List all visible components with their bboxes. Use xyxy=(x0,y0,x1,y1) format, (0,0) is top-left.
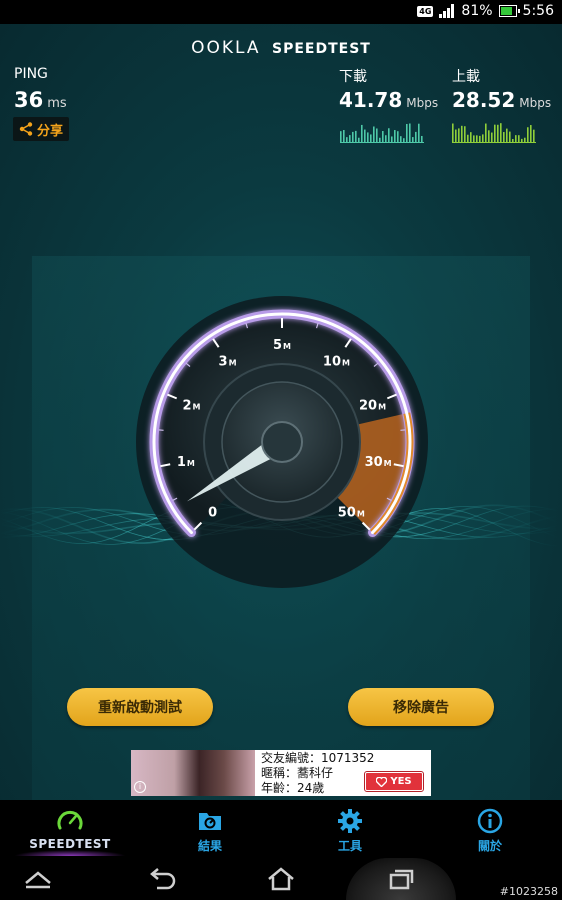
speedometer-icon xyxy=(57,810,83,830)
needle-hub xyxy=(261,421,303,463)
battery-icon xyxy=(498,5,520,17)
gauge-tick-unit: M xyxy=(283,342,291,351)
ad-line-age: 年齡：24歲 xyxy=(261,781,325,795)
speedtest-screen: OOKLA SPEEDTEST PING 36 ms 分享 下載 41.78 Mbp… xyxy=(0,24,562,800)
watermark: #1023258 xyxy=(499,885,558,898)
battery-percent: 81% xyxy=(461,3,493,19)
network-type-badge: 4G xyxy=(417,5,434,17)
info-icon xyxy=(477,808,503,834)
status-bar: 4G 81% 5:56 xyxy=(0,0,562,24)
recent-apps-button[interactable] xyxy=(381,864,421,894)
speed-gauge: 01M2M3M5M10M20M30M50M xyxy=(0,296,559,588)
clock: 5:56 xyxy=(522,3,554,19)
ad-line-nickname: 暱稱：蕎科仔 xyxy=(261,766,334,780)
ad-yes-label: YES xyxy=(390,776,412,787)
ad-banner[interactable]: i 交友編號：1071352 暱稱：蕎科仔 年齡：24歲 YES xyxy=(131,750,431,796)
system-nav-bar: #1023258 xyxy=(0,858,562,900)
gauge-tick-unit: M xyxy=(187,459,195,468)
results-folder-icon xyxy=(199,813,221,830)
tab-results[interactable]: 結果 xyxy=(140,800,280,858)
ad-photo: i xyxy=(131,750,255,796)
signal-icon xyxy=(439,4,455,18)
ad-yes-button[interactable]: YES xyxy=(364,771,424,792)
tab-results-label: 結果 xyxy=(197,839,222,853)
tab-speedtest-label: SPEEDTEST xyxy=(29,837,111,851)
gauge-tick-unit: M xyxy=(229,359,237,368)
tab-tools-label: 工具 xyxy=(337,839,362,853)
tab-about-label: 關於 xyxy=(477,839,502,853)
bottom-tab-bar: SPEEDTEST 結果 工具 關於 xyxy=(0,800,562,858)
gear-icon xyxy=(338,809,362,833)
gauge-tick-unit: M xyxy=(192,402,200,411)
ad-info-icon[interactable]: i xyxy=(134,781,146,793)
heart-icon xyxy=(376,776,388,787)
gauge-tick-unit: M xyxy=(378,402,386,411)
gauge-tick-unit: M xyxy=(342,359,350,368)
tab-about[interactable]: 關於 xyxy=(420,800,560,858)
home-icon xyxy=(268,867,294,891)
ad-line-id: 交友編號：1071352 xyxy=(261,751,375,765)
tab-tools[interactable]: 工具 xyxy=(280,800,420,858)
menu-button[interactable] xyxy=(18,864,58,894)
active-tab-indicator xyxy=(14,850,126,856)
gauge-tick-unit: M xyxy=(357,509,365,518)
gauge-tick-unit: M xyxy=(384,459,392,468)
home-button[interactable] xyxy=(261,864,301,894)
tab-speedtest[interactable]: SPEEDTEST xyxy=(0,800,140,858)
chevron-up-icon xyxy=(25,871,51,889)
back-button[interactable] xyxy=(142,864,182,894)
back-arrow-icon xyxy=(150,868,176,890)
restart-test-button[interactable]: 重新啟動測試 xyxy=(67,688,213,726)
recent-apps-icon xyxy=(389,869,414,890)
ad-text: 交友編號：1071352 暱稱：蕎科仔 年齡：24歲 xyxy=(261,751,374,796)
gauge-tick-label: 0 xyxy=(208,505,217,520)
remove-ads-button[interactable]: 移除廣告 xyxy=(348,688,494,726)
